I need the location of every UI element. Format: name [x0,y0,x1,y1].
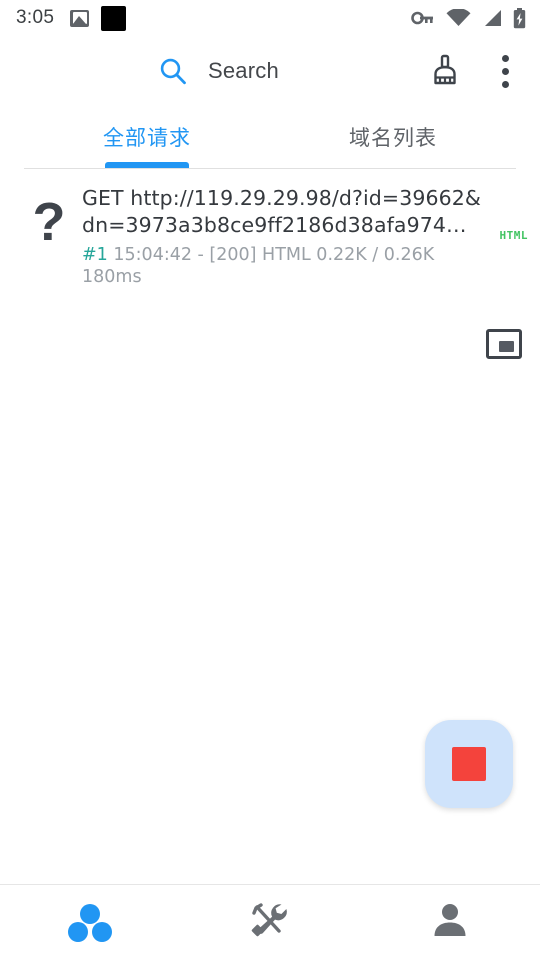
search-icon[interactable] [158,56,188,86]
list-item[interactable]: ? GET http://119.29.29.98/d?id=39662&dn=… [0,169,540,302]
battery-charging-icon [513,7,526,29]
request-list[interactable]: ? GET http://119.29.29.98/d?id=39662&dn=… [0,169,540,884]
status-bar-clock: 3:05 [16,7,55,28]
request-meta: #1 15:04:42 - [200] HTML 0.22K / 0.26K 1… [82,244,494,288]
stop-square-icon [452,747,486,781]
black-square-icon [101,5,127,31]
image-icon [70,9,90,27]
search-bar[interactable]: Search [0,36,428,106]
unknown-app-icon: ? [32,192,66,252]
tab-label: 全部请求 [103,127,191,150]
request-details: GET http://119.29.29.98/d?id=39662&dn=39… [82,183,494,288]
search-input[interactable]: Search [208,58,279,84]
tab-domain-list[interactable]: 域名列表 [270,106,516,168]
content-type-badge: HTML [499,229,528,242]
nav-item-profile[interactable] [360,885,540,960]
person-icon [431,900,469,945]
stop-capture-fab[interactable] [425,720,513,808]
more-vert-icon[interactable] [488,49,522,93]
broom-icon[interactable] [428,51,462,91]
dot [68,921,88,942]
vpn-key-icon [411,9,435,27]
pip-inner [499,341,514,352]
tab-all-requests[interactable]: 全部请求 [24,106,270,168]
tab-label: 域名列表 [349,127,437,150]
wifi-icon [446,9,471,27]
app-toolbar: Search [0,36,540,106]
picture-in-picture-icon[interactable] [486,329,522,359]
nav-item-tools[interactable] [180,885,360,960]
request-url: GET http://119.29.29.98/d?id=39662&dn=39… [82,186,481,237]
request-index: #1 [82,245,108,265]
pip-frame [486,329,522,359]
tab-bar: 全部请求 域名列表 [0,106,540,168]
status-bar: 3:05 [0,0,540,36]
bottom-navigation [0,884,540,960]
dot [80,903,100,924]
three-dots-logo-icon [67,903,113,943]
signal-icon [482,9,502,27]
dot [501,54,509,62]
status-bar-system-icons [411,7,526,29]
dot [501,80,509,88]
request-meta-text: 15:04:42 - [200] HTML 0.22K / 0.26K 180m… [82,245,435,287]
tab-indicator [105,162,189,168]
nav-item-capture[interactable] [0,885,180,960]
dot [92,921,112,942]
app-root: 3:05 Search 全部请求 域名列表 ? GET http://119.2… [0,0,540,960]
tools-icon [248,899,292,946]
toolbar-actions [428,49,522,93]
status-bar-notification-icons [70,5,127,31]
dot [501,67,509,75]
